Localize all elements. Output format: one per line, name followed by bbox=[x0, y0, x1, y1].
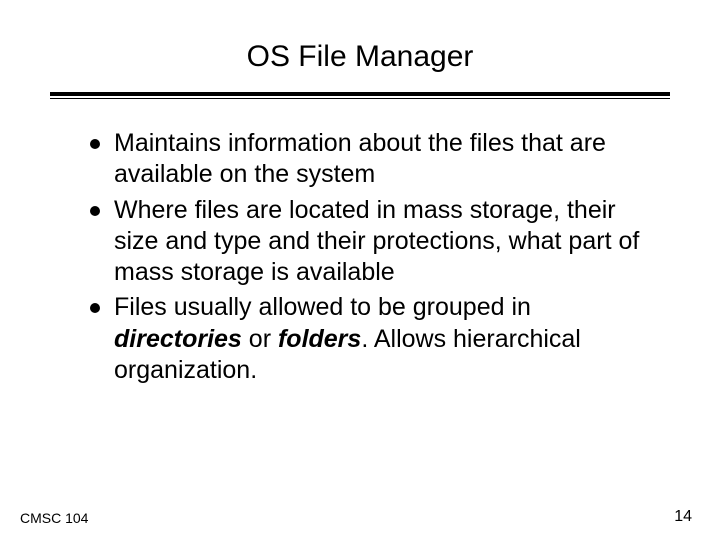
bullet-text: Files usually allowed to be grouped in d… bbox=[114, 292, 660, 386]
bullet-icon bbox=[90, 303, 100, 313]
title-divider bbox=[50, 92, 670, 98]
divider-thick bbox=[50, 92, 670, 96]
bullet-list: Maintains information about the files th… bbox=[50, 128, 670, 386]
footer-course: CMSC 104 bbox=[20, 510, 88, 526]
bullet-text: Where files are located in mass storage,… bbox=[114, 195, 660, 289]
list-item: Maintains information about the files th… bbox=[90, 128, 660, 191]
bullet-text-em1: directories bbox=[114, 325, 242, 353]
bullet-text-pre: Maintains information about the files th… bbox=[114, 129, 606, 188]
bullet-text-mid: or bbox=[242, 325, 278, 353]
slide-title: OS File Manager bbox=[50, 40, 670, 74]
bullet-text: Maintains information about the files th… bbox=[114, 128, 660, 191]
list-item: Where files are located in mass storage,… bbox=[90, 195, 660, 289]
list-item: Files usually allowed to be grouped in d… bbox=[90, 292, 660, 386]
bullet-icon bbox=[90, 139, 100, 149]
divider-thin bbox=[50, 98, 670, 99]
bullet-text-pre: Files usually allowed to be grouped in bbox=[114, 293, 531, 321]
bullet-icon bbox=[90, 206, 100, 216]
bullet-text-em2: folders bbox=[278, 325, 361, 353]
footer-page: 14 bbox=[674, 508, 692, 526]
slide: OS File Manager Maintains information ab… bbox=[0, 0, 720, 540]
bullet-text-pre: Where files are located in mass storage,… bbox=[114, 196, 639, 287]
